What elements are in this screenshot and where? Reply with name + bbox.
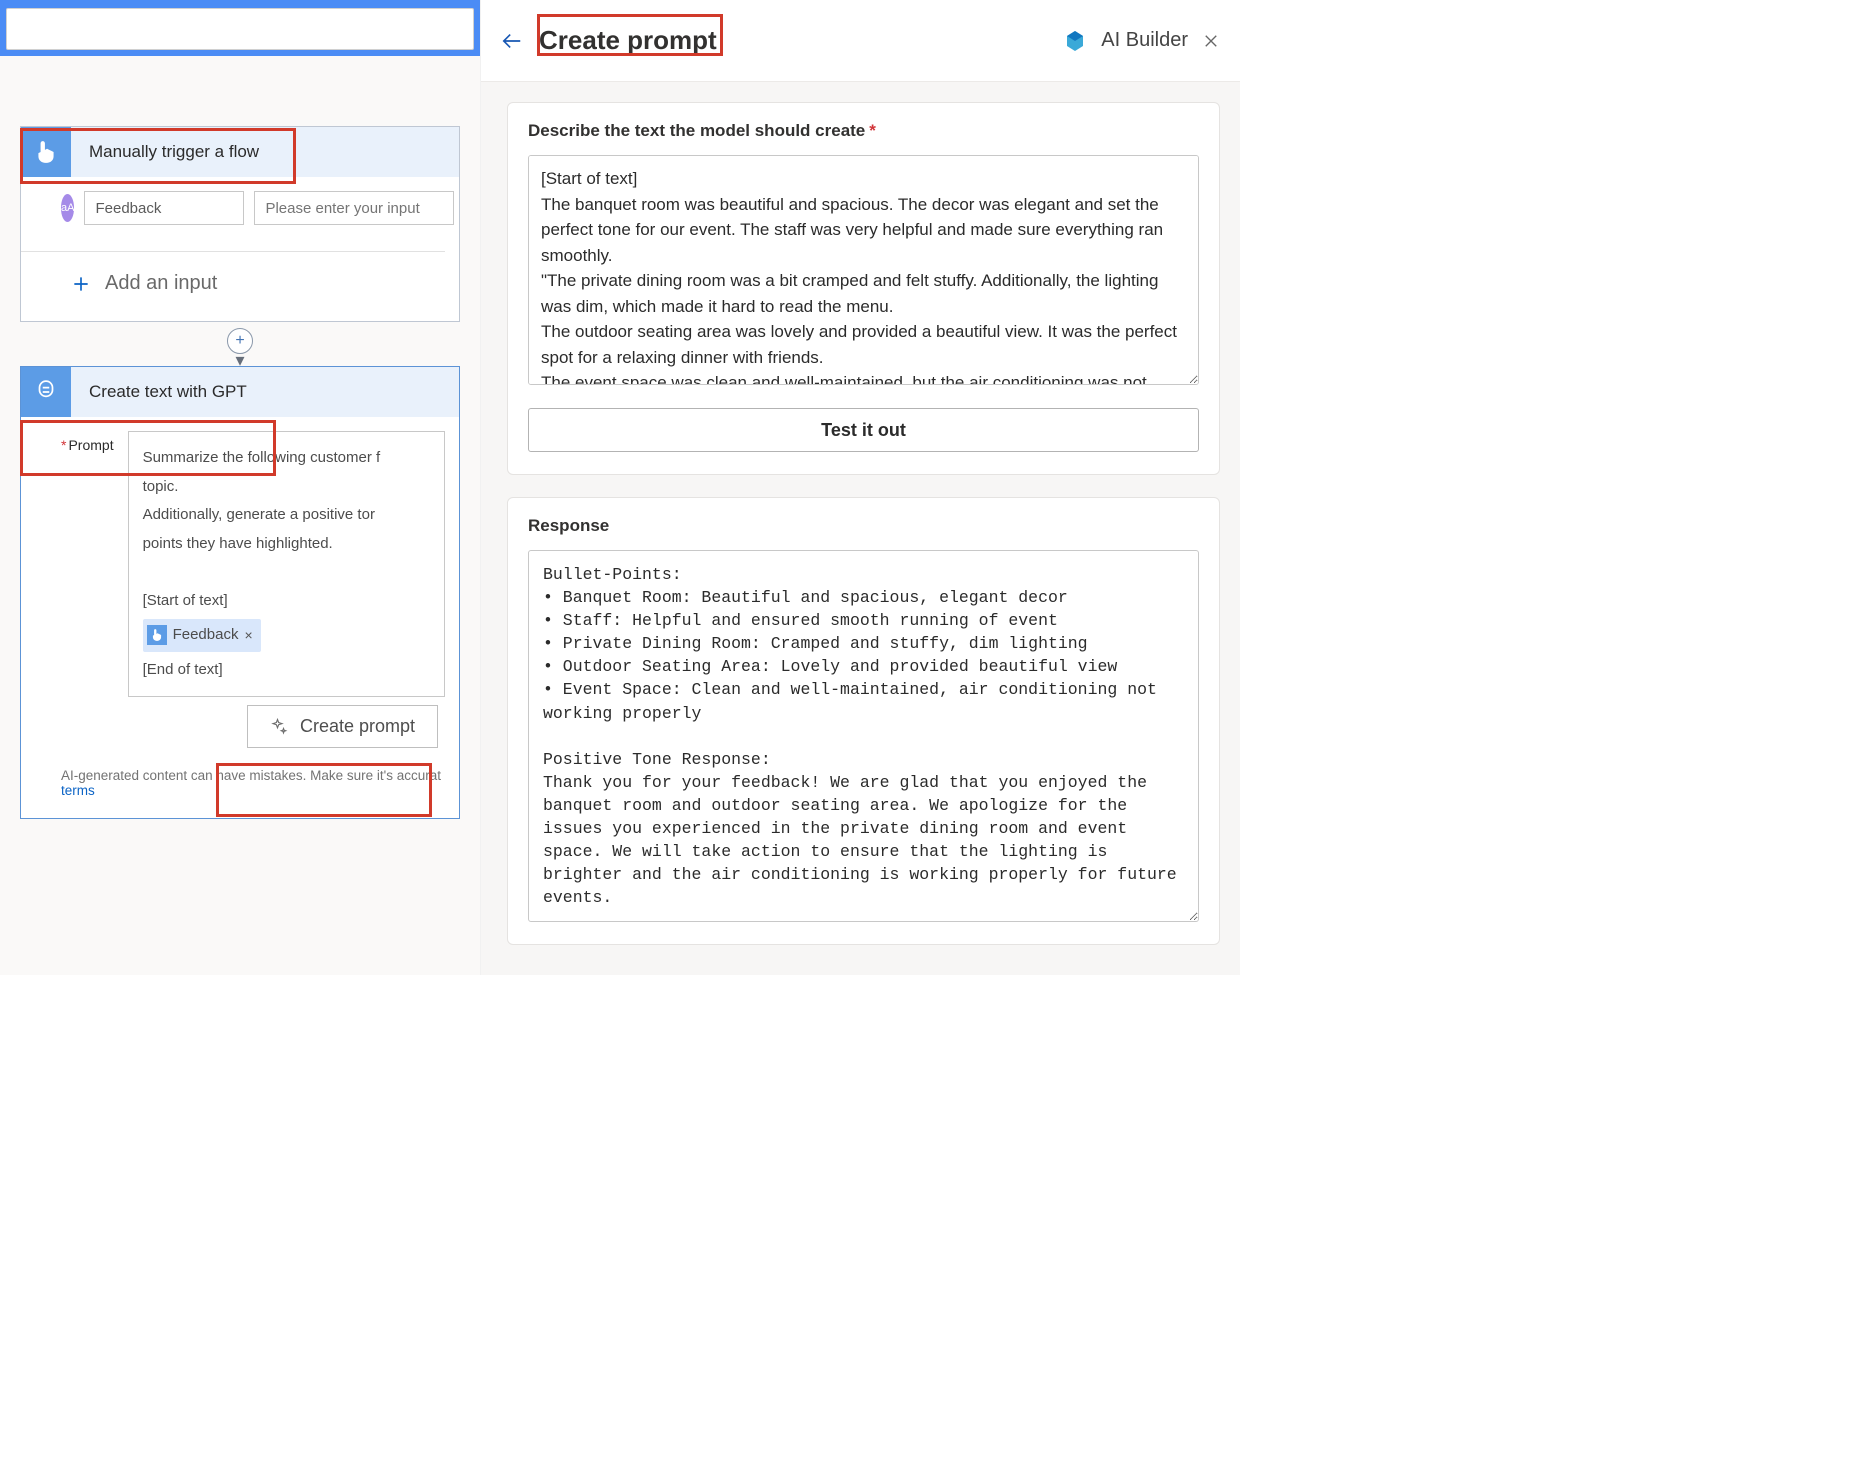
gpt-card-header[interactable]: Create text with GPT [21,367,459,417]
trigger-card-header[interactable]: Manually trigger a flow [21,127,459,177]
top-accent-bar [0,0,480,8]
prompt-line: Summarize the following customer f [143,449,381,466]
response-heading: Response [528,516,1199,536]
ai-disclaimer: AI-generated content can have mistakes. … [61,748,445,798]
panel-title: Create prompt [539,25,717,56]
prompt-start-marker: [Start of text] [143,592,228,609]
chip-remove-icon[interactable]: × [244,622,252,649]
trigger-body: aA Add an input [21,177,459,321]
back-button[interactable] [501,30,527,52]
text-type-icon: aA [61,194,74,222]
flow-designer-pane: Manually trigger a flow aA Add an input … [0,0,480,975]
gpt-body: *Prompt Summarize the following customer… [21,417,459,818]
gpt-card: Create text with GPT *Prompt Summarize t… [20,366,460,819]
top-search-input[interactable] [6,8,474,50]
param-placeholder-input[interactable] [254,191,454,225]
describe-heading: Describe the text the model should creat… [528,121,1199,141]
connector: + ▾ [0,328,480,366]
prompt-row: *Prompt Summarize the following customer… [61,431,445,697]
create-prompt-panel: Create prompt AI Builder Describe the te… [480,0,1240,975]
top-search-wrap [0,8,480,56]
sparkle-icon [270,718,288,736]
create-prompt-label: Create prompt [300,716,415,737]
gpt-icon [21,367,71,417]
prompt-line: points they have highlighted. [143,535,333,552]
chip-label: Feedback [173,621,239,650]
prompt-line: Additionally, generate a positive tor [143,506,375,523]
manual-trigger-icon [21,127,71,177]
prompt-end-marker: [End of text] [143,661,223,678]
trigger-param-row: aA [61,191,445,225]
add-input-button[interactable]: Add an input [61,252,445,301]
response-card: Response Bullet-Points: • Banquet Room: … [507,497,1220,945]
trigger-card: Manually trigger a flow aA Add an input [20,126,460,322]
ai-builder-label: AI Builder [1101,29,1188,52]
trigger-title: Manually trigger a flow [71,142,259,162]
prompt-line: topic. [143,478,179,495]
describe-card: Describe the text the model should creat… [507,102,1220,475]
arrow-down-icon: ▾ [235,354,244,366]
param-name-input[interactable] [84,191,244,225]
prompt-label: *Prompt [61,431,114,453]
dynamic-content-chip[interactable]: Feedback × [143,619,261,652]
panel-header-right: AI Builder [1063,29,1220,53]
manual-trigger-icon [147,625,167,645]
create-prompt-button[interactable]: Create prompt [247,705,438,748]
terms-link[interactable]: terms [61,783,95,798]
gpt-title: Create text with GPT [71,382,247,402]
add-input-label: Add an input [105,272,217,295]
ai-builder-logo-icon [1063,29,1087,53]
panel-header: Create prompt AI Builder [481,0,1240,82]
test-it-out-button[interactable]: Test it out [528,408,1199,452]
prompt-textarea[interactable]: Summarize the following customer f topic… [128,431,445,697]
panel-body: Describe the text the model should creat… [481,82,1240,975]
response-output[interactable]: Bullet-Points: • Banquet Room: Beautiful… [528,550,1199,922]
describe-textarea[interactable] [528,155,1199,385]
close-button[interactable] [1202,32,1220,50]
